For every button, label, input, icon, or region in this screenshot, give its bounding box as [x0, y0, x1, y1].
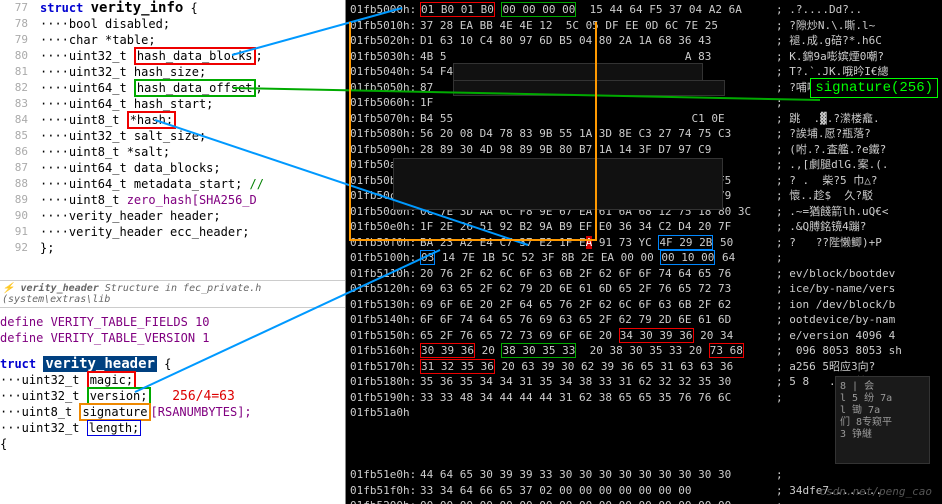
hash-data-offset-box: hash_data_offset: [134, 79, 256, 97]
hex-row[interactable]: 01fb51e0h:44 64 65 30 39 39 33 30 30 30 …: [350, 467, 938, 483]
hex-row[interactable]: 01fb5010h:37 28 EA BB 4E 4E 12 5C 05 DF …: [350, 18, 938, 34]
hex-row[interactable]: 01fb5110h:20 76 2F 62 6C 6F 63 6B 2F 62 …: [350, 266, 938, 282]
define-1: define VERITY_TABLE_FIELDS 10: [0, 314, 345, 330]
hex-row[interactable]: 01fb5020h:D1 63 10 C4 80 97 6D B5 04 80 …: [350, 33, 938, 49]
hex-row[interactable]: 01fb5100h:03 14 7E 1B 5C 52 3F 8B 2E EA …: [350, 250, 938, 266]
length-box: length;: [87, 420, 142, 436]
hex-row[interactable]: 01fb5090h:28 89 30 4D 98 89 9B 80 B7 1A …: [350, 142, 938, 158]
signature-box: signature: [79, 403, 150, 421]
annotation-256: 256/4=63: [172, 389, 235, 404]
hex-row[interactable]: 01fb5170h:31 32 35 36 20 63 39 30 62 39 …: [350, 359, 938, 375]
hex-row[interactable]: 01fb5130h:69 6F 6E 20 2F 64 65 76 2F 62 …: [350, 297, 938, 313]
source-code-panel: 77787980 81828384 85868788 89909192 stru…: [0, 0, 346, 504]
hex-row[interactable]: 01fb5200h:00 00 00 00 00 00 00 00 00 00 …: [350, 498, 938, 504]
signature-label: signature(256): [810, 78, 938, 98]
struct-description: ⚡ verity_header Structure in fec_private…: [0, 280, 345, 308]
hex-row[interactable]: 01fb50f0h:BA 23 A2 E4 C7 37 E2 1F EA 91 …: [350, 235, 938, 251]
hex-row[interactable]: 01fb5160h:30 39 36 20 38 30 35 33 20 38 …: [350, 343, 938, 359]
hex-row[interactable]: 01fb5030h:4B 5 A 83; K.錦9a嘭嫔煙0嘲?: [350, 49, 938, 65]
define-2: define VERITY_TABLE_VERSION 1: [0, 330, 345, 346]
source-code[interactable]: struct verity_info { ····bool disabled; …: [40, 0, 264, 256]
line-gutter: 77787980 81828384 85868788 89909192: [0, 0, 34, 256]
verity-header-name: verity_header: [43, 356, 157, 372]
hex-row[interactable]: 01fb5150h:65 2F 76 65 72 73 69 6F 6E 20 …: [350, 328, 938, 344]
hex-row[interactable]: 01fb50e0h:1F 2E 26 51 92 B2 9A B9 EF E0 …: [350, 219, 938, 235]
hex-row[interactable]: 01fb5120h:69 63 65 2F 62 79 2D 6E 61 6D …: [350, 281, 938, 297]
hash-data-blocks-box: hash_data_blocks: [134, 47, 256, 65]
hex-row[interactable]: 01fb5140h:6F 6F 74 64 65 76 69 63 65 2F …: [350, 312, 938, 328]
hex-row[interactable]: 01fb5000h:01 B0 01 B0 00 00 00 00 15 44 …: [350, 2, 938, 18]
hex-row[interactable]: 01fb5070h:B4 55 C1 0E; 跳 .▓.?潆楼龕.: [350, 111, 938, 127]
hash-ptr-box: *hash;: [127, 111, 176, 129]
hex-row[interactable]: 01fb5080h:56 20 08 D4 78 83 9B 55 1A 3D …: [350, 126, 938, 142]
watermark: csdn.net/peng_cao: [819, 485, 932, 498]
popup-overlay: 8 | 会l 5 纷 7al 锄 7a们 8专窥平3 铮継: [835, 376, 930, 464]
